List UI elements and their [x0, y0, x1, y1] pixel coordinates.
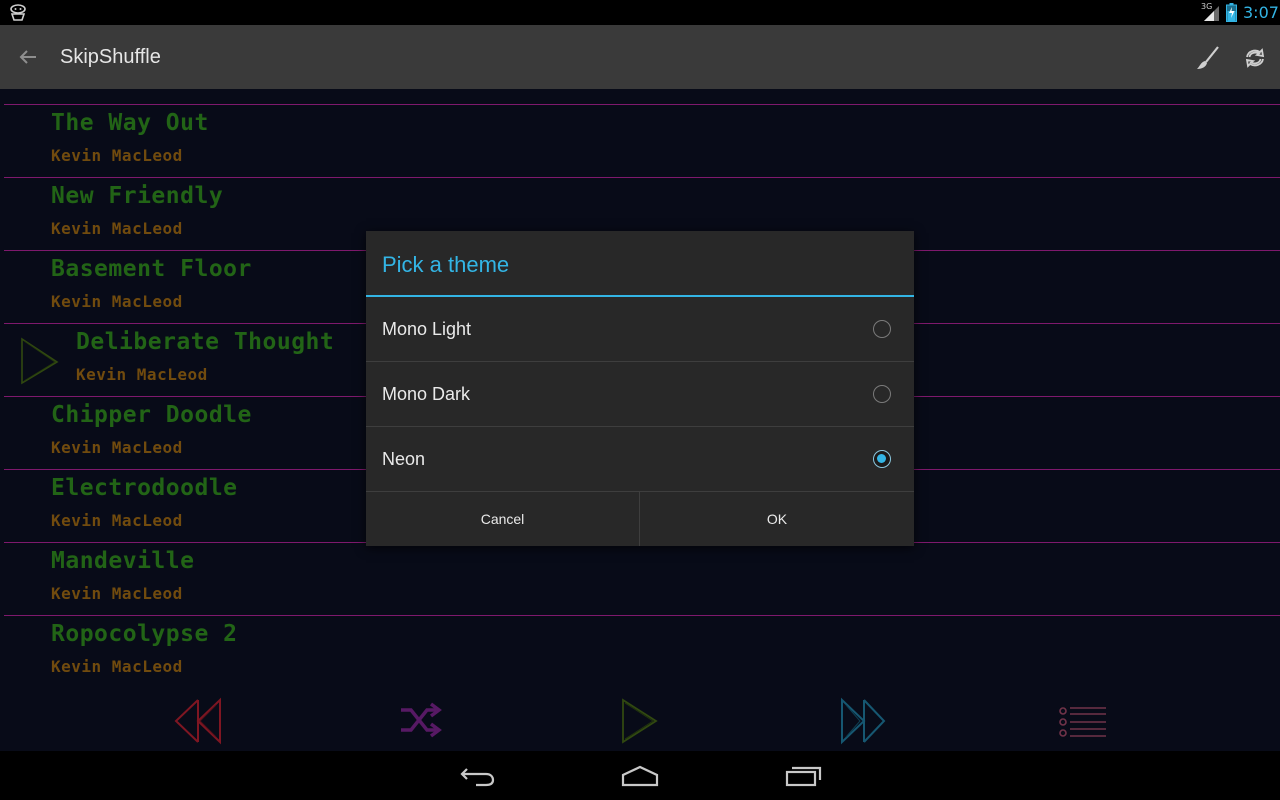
- radio-button-checked[interactable]: [873, 450, 891, 468]
- theme-option-mono-light[interactable]: Mono Light: [366, 297, 914, 362]
- status-clock: 3:07: [1243, 3, 1279, 22]
- sync-icon[interactable]: [1241, 44, 1269, 72]
- cancel-button[interactable]: Cancel: [366, 492, 639, 546]
- ok-button[interactable]: OK: [640, 492, 914, 546]
- dialog-title: Pick a theme: [382, 252, 510, 277]
- option-label: Neon: [382, 449, 426, 469]
- radio-button[interactable]: [873, 385, 891, 403]
- option-label: Mono Light: [382, 319, 472, 339]
- brush-icon[interactable]: [1194, 44, 1222, 72]
- radio-button[interactable]: [873, 320, 891, 338]
- signal-icon: [1204, 6, 1219, 21]
- nav-recents-icon[interactable]: [783, 763, 823, 789]
- battery-icon: [1226, 3, 1237, 22]
- nav-home-icon[interactable]: [620, 763, 660, 789]
- theme-option-mono-dark[interactable]: Mono Dark: [366, 362, 914, 427]
- action-bar: SkipShuffle: [0, 25, 1280, 89]
- android-notification-icon: [10, 4, 26, 21]
- nav-back-icon[interactable]: [458, 763, 498, 789]
- option-label: Mono Dark: [382, 384, 471, 404]
- navigation-bar: [0, 751, 1280, 800]
- app-title: SkipShuffle: [60, 46, 161, 68]
- back-arrow-icon[interactable]: [16, 45, 40, 69]
- theme-dialog: Pick a theme Mono Light Mono Dark Neon C…: [366, 231, 914, 546]
- status-bar: 3G 3:07: [0, 0, 1280, 25]
- theme-option-neon[interactable]: Neon: [366, 427, 914, 492]
